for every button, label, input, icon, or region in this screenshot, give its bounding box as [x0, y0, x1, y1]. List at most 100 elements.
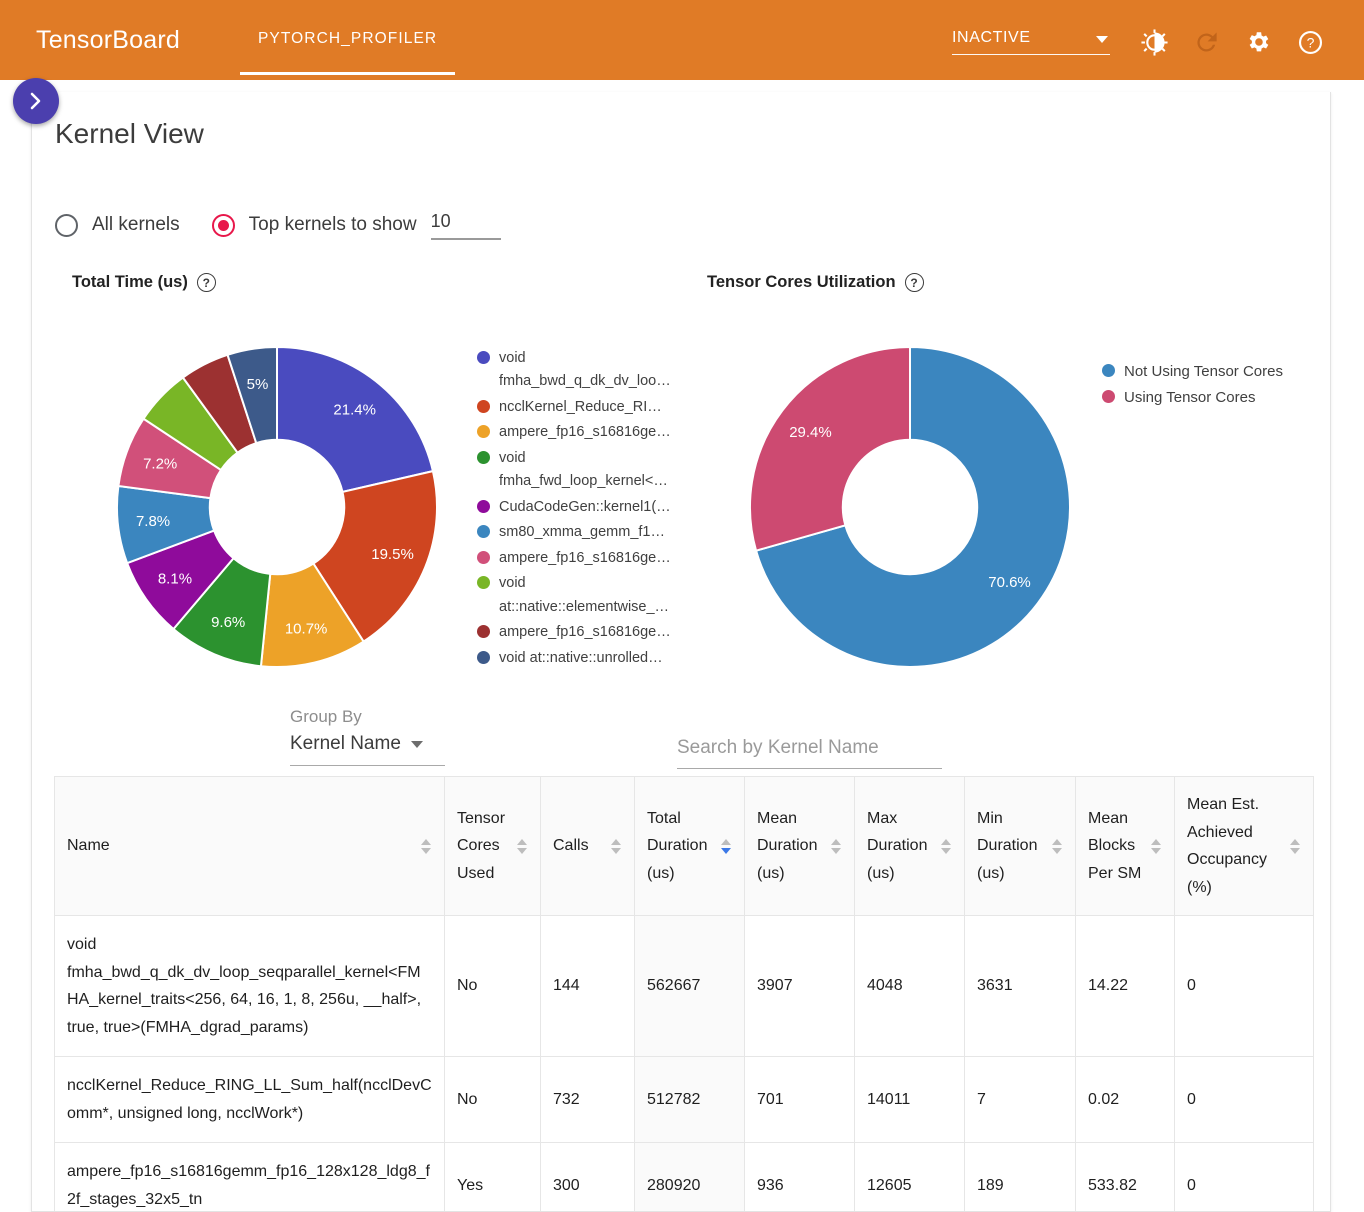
expand-sidebar-button[interactable] [13, 78, 59, 124]
group-by-label: Group By [290, 707, 362, 726]
table-header-cell[interactable]: Calls [540, 775, 635, 917]
legend-swatch [1102, 390, 1115, 404]
table-cell-mean-duration: 701 [744, 1056, 855, 1144]
legend-swatch [477, 425, 490, 439]
run-selector[interactable]: INACTIVE [952, 29, 1110, 56]
table-header-cell[interactable]: Mean Blocks Per SM [1075, 775, 1175, 917]
group-by-select[interactable]: Group By Kernel Name [290, 707, 445, 767]
top-kernels-value: 10 [430, 211, 451, 231]
brand-title: TensorBoard [36, 26, 180, 54]
table-cell-calls: 144 [540, 915, 635, 1058]
table-cell-tensor-cores-used: Yes [444, 1142, 541, 1211]
table-header-cell[interactable]: Tensor Cores Used [444, 775, 541, 917]
table-header-cell[interactable]: Min Duration (us) [964, 775, 1076, 917]
help-circle-icon[interactable]: ? [1284, 22, 1336, 62]
total-time-chart-title: Total Time (us) ? [72, 273, 216, 292]
table-cell-mean-duration: 3907 [744, 915, 855, 1058]
table-cell-name: void fmha_bwd_q_dk_dv_loop_seqparallel_k… [54, 915, 445, 1058]
legend-item[interactable]: ampere_fp16_s16816ge… [477, 621, 692, 644]
sort-arrows-icon[interactable] [721, 838, 732, 854]
pie-slice-label: 7.8% [136, 513, 170, 530]
legend-label: ampere_fp16_s16816ge… [499, 424, 671, 441]
legend-item[interactable]: void fmha_bwd_q_dk_dv_loo… [477, 347, 692, 394]
sort-arrows-icon[interactable] [941, 838, 952, 854]
pie-slice-label: 8.1% [158, 571, 192, 588]
table-header-label: Total Duration (us) [647, 809, 708, 882]
radio-all-kernels[interactable] [55, 213, 78, 237]
tensor-cores-chart-title-label: Tensor Cores Utilization [707, 273, 896, 291]
legend-item[interactable]: CudaCodeGen::kernel1(… [477, 496, 692, 519]
chevron-down-icon [1096, 35, 1108, 43]
table-cell-mean-occupancy: 0 [1174, 1056, 1314, 1144]
pie-slice-label: 21.4% [333, 401, 376, 418]
sort-arrows-icon[interactable] [517, 838, 528, 854]
table-header-cell[interactable]: Name [54, 775, 445, 917]
sort-arrows-icon[interactable] [1151, 838, 1162, 854]
legend-item[interactable]: Not Using Tensor Cores [1102, 360, 1317, 384]
table-cell-total-duration: 562667 [634, 915, 745, 1058]
legend-item[interactable]: ampere_fp16_s16816ge… [477, 547, 692, 570]
settings-gear-icon[interactable] [1232, 22, 1284, 62]
tensor-cores-chart-legend: Not Using Tensor Cores Using Tensor Cores [1102, 360, 1317, 413]
legend-item[interactable]: sm80_xmma_gemm_f1… [477, 521, 692, 544]
help-icon-total-time[interactable]: ? [196, 273, 216, 292]
sort-arrows-icon[interactable] [1052, 838, 1063, 854]
legend-item[interactable]: void at::native::elementwise_… [477, 572, 692, 619]
radio-top-kernels-label: Top kernels to show [248, 214, 417, 236]
table-row[interactable]: ncclKernel_Reduce_RING_LL_Sum_half(ncclD… [54, 1056, 1314, 1144]
table-cell-max-duration: 4048 [854, 915, 965, 1058]
legend-item[interactable]: Using Tensor Cores [1102, 386, 1317, 410]
top-kernels-input[interactable]: 10 [430, 211, 501, 240]
table-cell-mean-blocks-per-sm: 14.22 [1075, 915, 1175, 1058]
total-time-chart-legend: void fmha_bwd_q_dk_dv_loo… ncclKernel_Red… [477, 347, 692, 672]
table-row[interactable]: void fmha_bwd_q_dk_dv_loop_seqparallel_k… [54, 915, 1314, 1058]
legend-item[interactable]: ncclKernel_Reduce_RI… [477, 396, 692, 419]
pie-slice[interactable] [276, 345, 435, 494]
table-cell-tensor-cores-used: No [444, 915, 541, 1058]
table-cell-min-duration: 7 [964, 1056, 1076, 1144]
table-cell-name: ampere_fp16_s16816gemm_fp16_128x128_ldg8… [54, 1142, 445, 1211]
top-kernels-underline [430, 238, 501, 240]
search-kernel-input[interactable]: Search by Kernel Name [677, 737, 942, 770]
table-header-cell[interactable]: Mean Est. Achieved Occupancy (%) [1174, 775, 1314, 917]
sort-arrows-icon[interactable] [421, 838, 432, 854]
legend-label: sm80_xmma_gemm_f1… [499, 524, 665, 541]
legend-label: CudaCodeGen::kernel1(… [499, 498, 671, 515]
tensor-cores-donut-chart: 70.6% 29.4% [749, 345, 1071, 668]
kernel-scope-radio-group: All kernels Top kernels to show 10 [55, 211, 501, 240]
table-row[interactable]: ampere_fp16_s16816gemm_fp16_128x128_ldg8… [54, 1142, 1314, 1211]
table-cell-mean-blocks-per-sm: 0.02 [1075, 1056, 1175, 1144]
refresh-icon[interactable] [1180, 22, 1232, 62]
table-header-label: Max Duration (us) [867, 809, 928, 882]
legend-item[interactable]: void at::native::unrolled… [477, 647, 692, 670]
table-cell-mean-duration: 936 [744, 1142, 855, 1211]
legend-swatch [477, 525, 490, 539]
radio-all-kernels-label: All kernels [92, 214, 180, 236]
table-header-cell[interactable]: Mean Duration (us) [744, 775, 855, 917]
sort-arrows-icon[interactable] [1290, 838, 1301, 854]
pie-slice-label: 70.6% [988, 574, 1031, 591]
sort-arrows-icon[interactable] [831, 838, 842, 854]
search-kernel-placeholder: Search by Kernel Name [677, 737, 879, 758]
table-header-cell[interactable]: Total Duration (us) [634, 775, 745, 917]
table-cell-calls: 300 [540, 1142, 635, 1211]
pie-slice-label: 19.5% [371, 546, 414, 563]
chevron-down-icon [410, 740, 423, 748]
sort-arrows-icon[interactable] [611, 838, 622, 854]
help-icon-tensor-cores[interactable]: ? [904, 273, 924, 292]
table-header-cell[interactable]: Max Duration (us) [854, 775, 965, 917]
pie-slice[interactable] [749, 345, 911, 552]
legend-item[interactable]: ampere_fp16_s16816ge… [477, 421, 692, 444]
brightness-icon[interactable] [1128, 22, 1180, 62]
legend-swatch [477, 351, 490, 364]
table-cell-mean-occupancy: 0 [1174, 1142, 1314, 1211]
legend-item[interactable]: void fmha_fwd_loop_kernel<… [477, 447, 692, 494]
radio-top-kernels[interactable] [211, 213, 235, 237]
group-by-underline [290, 765, 445, 767]
total-time-donut-chart: 21.4% 19.5% 10.7% 9.6% 8.1% 7.8% 7.2% 5% [116, 345, 438, 668]
kernel-table: Name Tensor Cores Used Calls Total Duration… [54, 775, 1314, 1211]
table-header-label: Mean Blocks Per SM [1088, 809, 1142, 882]
pie-slice-label: 10.7% [285, 620, 328, 637]
tab-pytorch-profiler[interactable]: PYTORCH_PROFILER [236, 0, 459, 80]
pie-slice-label: 9.6% [211, 614, 245, 631]
